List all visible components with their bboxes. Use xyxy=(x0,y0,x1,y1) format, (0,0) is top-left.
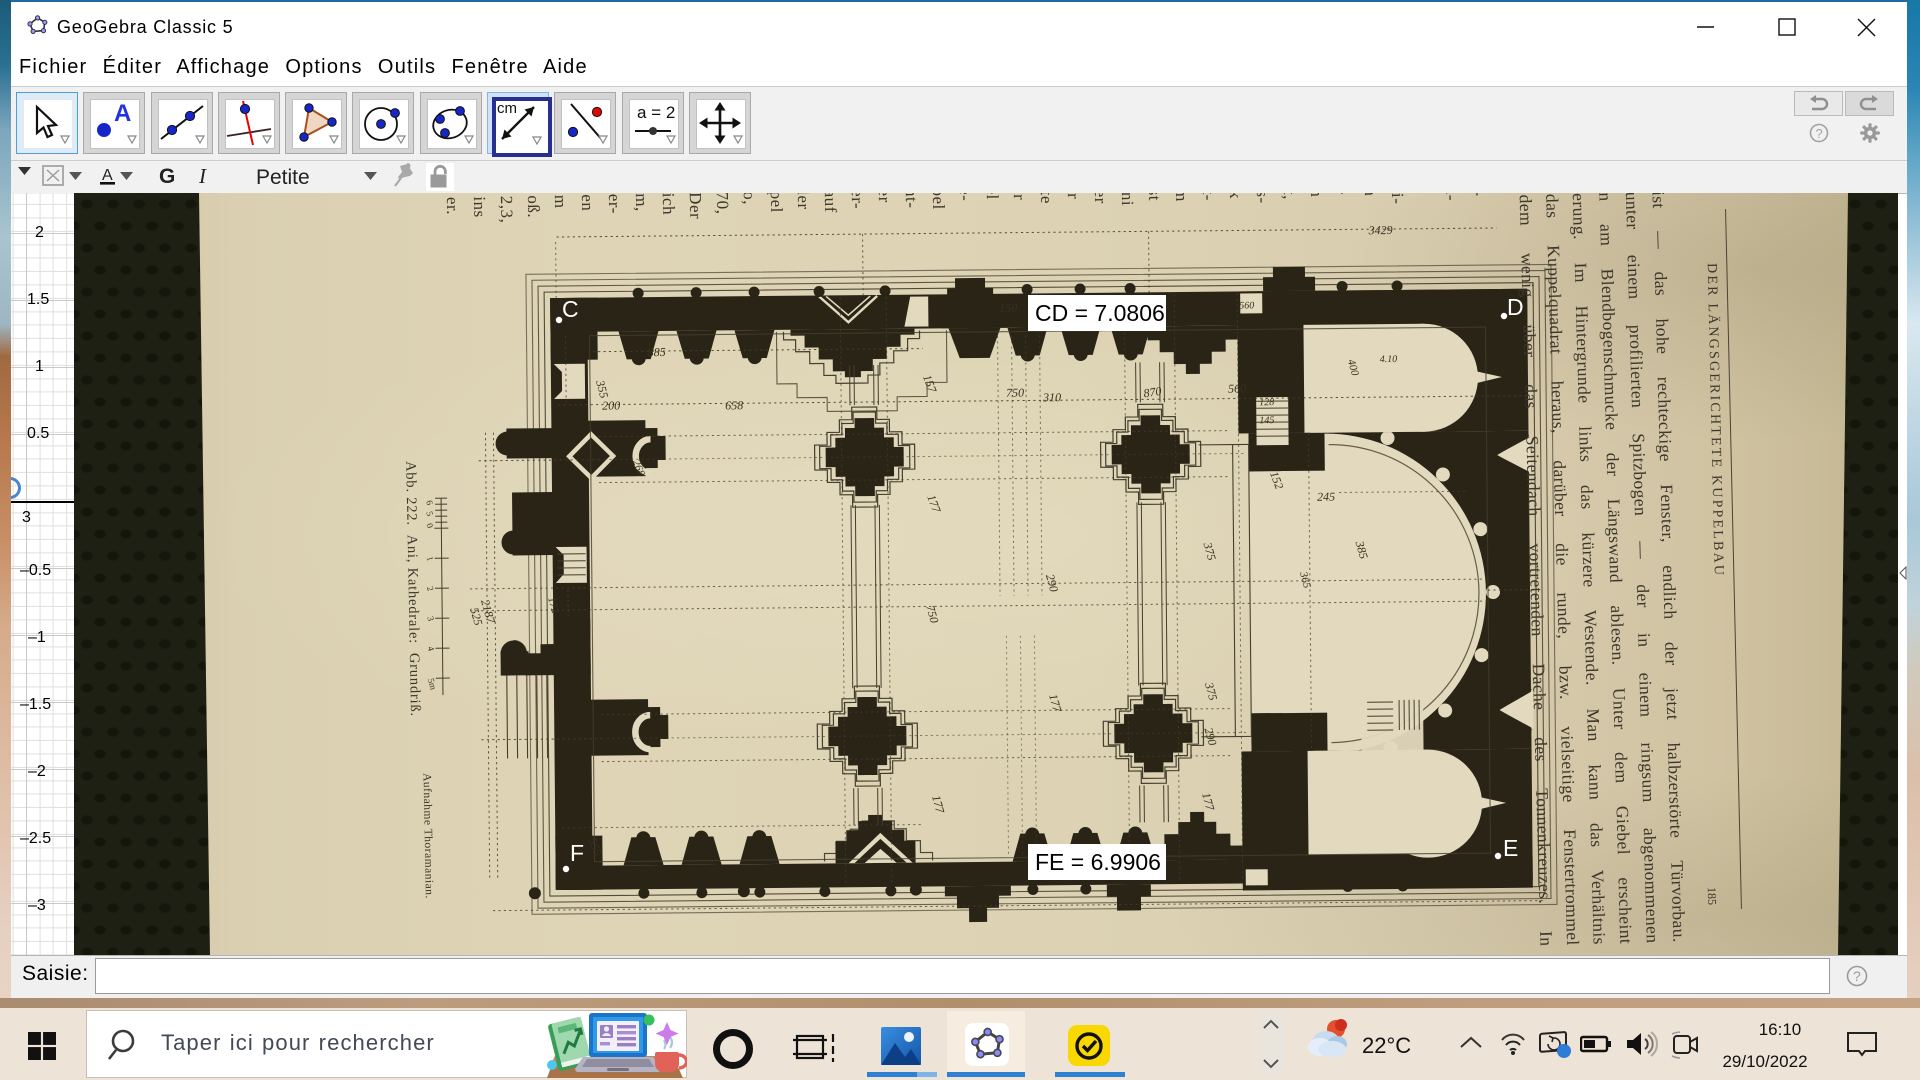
svg-text:G: G xyxy=(159,165,175,188)
svg-text:I: I xyxy=(198,164,207,188)
svg-text:?: ? xyxy=(1853,968,1861,984)
svg-text:a = 2: a = 2 xyxy=(637,103,675,122)
svg-text:cm: cm xyxy=(497,100,517,117)
svg-text:A: A xyxy=(102,167,113,184)
svg-text:Petite: Petite xyxy=(256,166,310,189)
svg-text:A: A xyxy=(114,100,131,127)
svg-text:?: ? xyxy=(1816,126,1823,141)
